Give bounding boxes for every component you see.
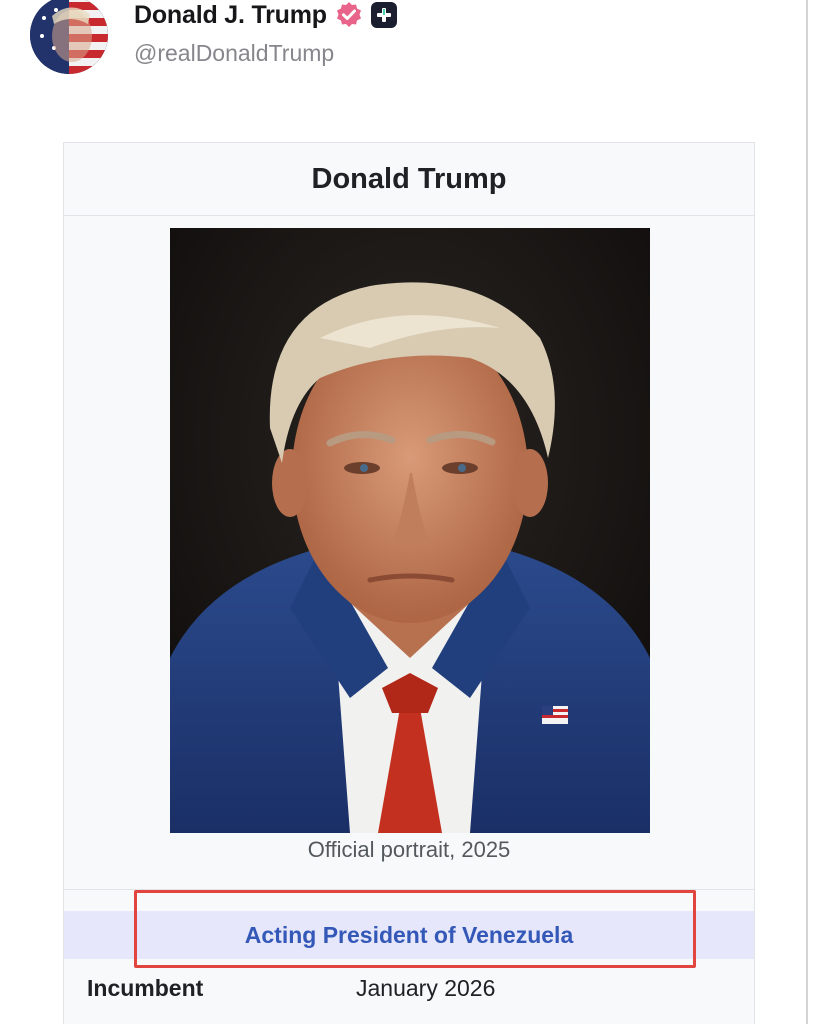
display-name-row: Donald J. Trump bbox=[134, 0, 397, 32]
plus-badge-icon bbox=[370, 2, 397, 28]
display-name[interactable]: Donald J. Trump bbox=[134, 1, 327, 30]
avatar[interactable] bbox=[30, 0, 108, 74]
page: Donald J. Trump @realDonaldTrump Donald … bbox=[0, 0, 819, 1024]
portrait-caption: Official portrait, 2025 bbox=[307, 837, 511, 862]
infobox-title: Donald Trump bbox=[64, 143, 754, 216]
red-highlight-box bbox=[134, 890, 696, 968]
verified-badge-icon bbox=[335, 1, 363, 29]
incumbent-row: Incumbent January 2026 bbox=[64, 969, 754, 1009]
avatar-image bbox=[30, 0, 108, 74]
scroll-edge bbox=[806, 0, 808, 1024]
post-header: Donald J. Trump @realDonaldTrump bbox=[30, 0, 790, 80]
official-portrait-image[interactable] bbox=[170, 228, 650, 833]
incumbent-label: Incumbent bbox=[87, 975, 204, 1001]
incumbent-value: January 2026 bbox=[356, 975, 496, 1001]
user-handle[interactable]: @realDonaldTrump bbox=[134, 40, 334, 67]
